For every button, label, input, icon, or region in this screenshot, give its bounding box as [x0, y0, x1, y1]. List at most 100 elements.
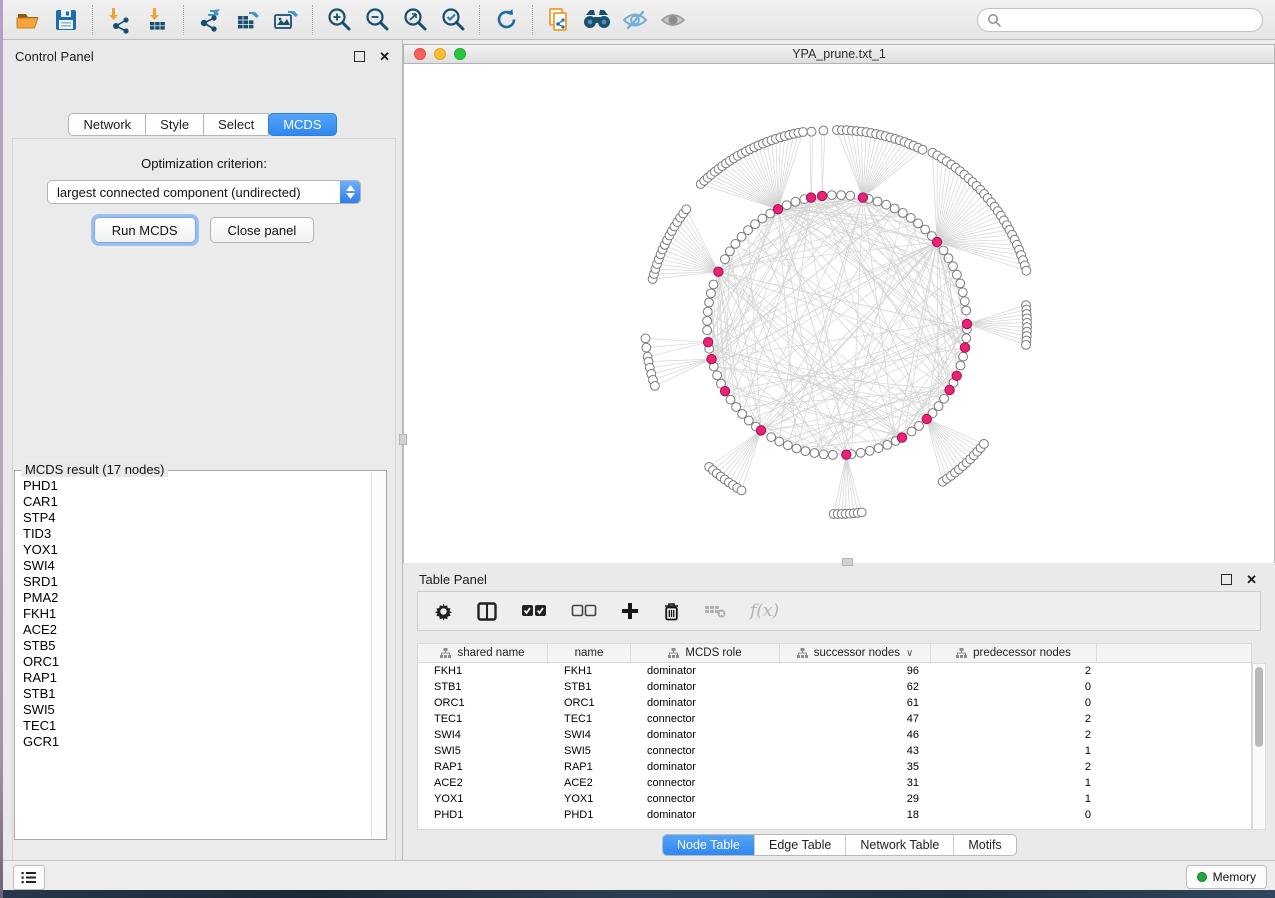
table-row[interactable]: YOX1YOX1connector291	[418, 791, 1251, 807]
tab-network-table[interactable]: Network Table	[846, 835, 954, 855]
network-clone-icon[interactable]	[540, 4, 578, 36]
table-row[interactable]: SWI5SWI5connector431	[418, 743, 1251, 759]
mcds-node[interactable]	[703, 338, 712, 347]
table-row[interactable]: RAP1RAP1dominator352	[418, 759, 1251, 775]
zoom-selected-icon[interactable]	[434, 4, 472, 36]
table-scrollbar[interactable]	[1252, 663, 1266, 830]
delete-column-trash-icon[interactable]	[663, 602, 680, 621]
run-mcds-button[interactable]: Run MCDS	[94, 217, 196, 243]
close-panel-button[interactable]: Close panel	[210, 217, 315, 243]
optimization-dropdown[interactable]: largest connected component (undirected)	[47, 180, 361, 204]
export-network-icon[interactable]	[191, 4, 229, 36]
mcds-node[interactable]	[960, 343, 969, 352]
tab-style[interactable]: Style	[145, 113, 204, 136]
mcds-node[interactable]	[952, 371, 961, 380]
table-row[interactable]: FKH1FKH1dominator962	[418, 663, 1251, 679]
table-row[interactable]: ACE2ACE2connector311	[418, 775, 1251, 791]
network-title-bar[interactable]: YPA_prune.txt_1	[403, 44, 1275, 64]
column-header-shared-name[interactable]: shared name	[418, 644, 548, 662]
mcds-result-item[interactable]: GCR1	[23, 734, 371, 750]
show-columns-icon[interactable]	[477, 602, 497, 621]
mcds-node[interactable]	[720, 387, 729, 396]
splitter-handle-vertical[interactable]	[399, 434, 407, 445]
mcds-result-item[interactable]: CAR1	[23, 494, 371, 510]
mcds-result-item[interactable]: ORC1	[23, 654, 371, 670]
mcds-result-item[interactable]: YOX1	[23, 542, 371, 558]
maximize-window-icon[interactable]	[454, 48, 466, 60]
mcds-node[interactable]	[932, 237, 941, 246]
mcds-result-item[interactable]: FKH1	[23, 606, 371, 622]
tab-edge-table[interactable]: Edge Table	[755, 835, 846, 855]
mcds-node[interactable]	[817, 191, 826, 200]
mcds-result-item[interactable]: RAP1	[23, 670, 371, 686]
table-settings-gear-icon[interactable]	[434, 602, 453, 621]
close-window-icon[interactable]	[414, 48, 426, 60]
import-network-icon[interactable]	[100, 4, 138, 36]
import-table-icon[interactable]	[138, 4, 176, 36]
mcds-result-item[interactable]: STB5	[23, 638, 371, 654]
search-box[interactable]	[977, 8, 1263, 32]
table-scrollbar-thumb[interactable]	[1255, 667, 1263, 747]
tab-select[interactable]: Select	[203, 113, 269, 136]
select-all-icon[interactable]	[521, 604, 547, 618]
column-header-name[interactable]: name	[548, 644, 631, 662]
zoom-fit-icon[interactable]	[396, 4, 434, 36]
mcds-node[interactable]	[714, 267, 723, 276]
memory-button[interactable]: Memory	[1186, 865, 1267, 889]
network-graph[interactable]	[404, 64, 1274, 561]
mcds-result-item[interactable]: TEC1	[23, 718, 371, 734]
tab-network[interactable]: Network	[68, 113, 146, 136]
mcds-result-item[interactable]: PHD1	[23, 478, 371, 494]
mcds-result-list[interactable]: PHD1CAR1STP4TID3YOX1SWI4SRD1PMA2FKH1ACE2…	[16, 472, 371, 838]
zoom-out-icon[interactable]	[358, 4, 396, 36]
mcds-result-item[interactable]: STB1	[23, 686, 371, 702]
mcds-node[interactable]	[806, 193, 815, 202]
float-panel-icon[interactable]	[354, 51, 365, 62]
mcds-result-item[interactable]: STP4	[23, 510, 371, 526]
mcds-node[interactable]	[773, 205, 782, 214]
add-column-icon[interactable]	[621, 602, 639, 620]
zoom-in-icon[interactable]	[320, 4, 358, 36]
mcds-node[interactable]	[842, 450, 851, 459]
save-session-icon[interactable]	[47, 4, 85, 36]
table-row[interactable]: STB1STB1dominator620	[418, 679, 1251, 695]
mcds-node[interactable]	[945, 385, 954, 394]
minimize-window-icon[interactable]	[434, 48, 446, 60]
close-table-panel-icon[interactable]: ✕	[1246, 575, 1257, 584]
refresh-view-icon[interactable]	[487, 4, 525, 36]
table-header-row[interactable]: shared namenameMCDS rolesuccessor nodes∨…	[417, 643, 1252, 663]
tab-node-table[interactable]: Node Table	[663, 835, 755, 855]
mcds-node[interactable]	[707, 354, 716, 363]
show-all-icon[interactable]	[654, 4, 692, 36]
tab-motifs[interactable]: Motifs	[954, 835, 1015, 855]
splitter-handle[interactable]	[842, 558, 853, 566]
tab-mcds[interactable]: MCDS	[268, 113, 336, 136]
mcds-result-item[interactable]: TID3	[23, 526, 371, 542]
table-row[interactable]: PHD1PHD1dominator180	[418, 807, 1251, 823]
export-table-icon[interactable]	[229, 4, 267, 36]
open-file-icon[interactable]	[9, 4, 47, 36]
mcds-node[interactable]	[858, 193, 867, 202]
mcds-result-item[interactable]: ACE2	[23, 622, 371, 638]
search-input[interactable]	[1007, 12, 1253, 28]
column-header-successor-nodes[interactable]: successor nodes∨	[780, 644, 931, 662]
mcds-result-item[interactable]: PMA2	[23, 590, 371, 606]
network-canvas[interactable]	[403, 64, 1275, 563]
mcds-result-item[interactable]: SRD1	[23, 574, 371, 590]
hide-selected-icon[interactable]	[616, 4, 654, 36]
task-history-button[interactable]	[13, 865, 45, 890]
mcds-result-scrollbar[interactable]	[371, 472, 385, 838]
mcds-node[interactable]	[897, 433, 906, 442]
mcds-result-item[interactable]: SWI5	[23, 702, 371, 718]
mcds-node[interactable]	[756, 426, 765, 435]
column-header-MCDS-role[interactable]: MCDS role	[631, 644, 780, 662]
table-row[interactable]: ORC1ORC1dominator610	[418, 695, 1251, 711]
deselect-all-icon[interactable]	[571, 604, 597, 618]
table-row[interactable]: TEC1TEC1connector472	[418, 711, 1251, 727]
column-header-predecessor-nodes[interactable]: predecessor nodes	[931, 644, 1097, 662]
float-table-panel-icon[interactable]	[1221, 574, 1232, 585]
mcds-node[interactable]	[962, 319, 971, 328]
table-body[interactable]: FKH1FKH1dominator962STB1STB1dominator620…	[417, 663, 1252, 830]
export-image-icon[interactable]	[267, 4, 305, 36]
close-panel-icon[interactable]: ✕	[379, 52, 390, 61]
